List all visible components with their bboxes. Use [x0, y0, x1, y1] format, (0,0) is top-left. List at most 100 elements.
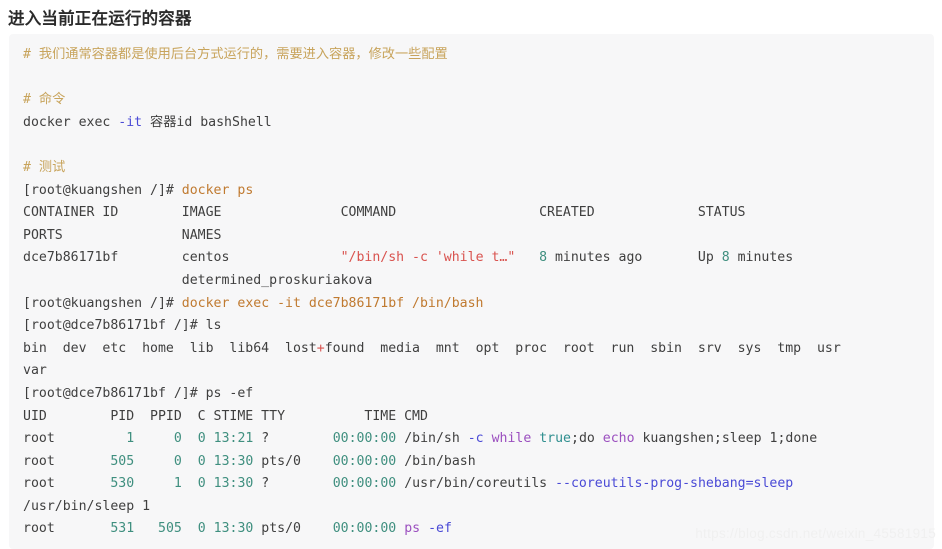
code-token: 容器id bashShell	[142, 114, 272, 130]
code-token: CONTAINER ID IMAGE COMMAND CREATED STATU…	[23, 205, 746, 221]
code-content: # 我们通常容器都是使用后台方式运行的，需要进入容器，修改一些配置 # 命令 doc…	[23, 44, 934, 541]
code-token: 13:30	[213, 476, 254, 492]
code-token: ;done	[777, 431, 818, 447]
code-token: 00:00:00	[332, 453, 397, 469]
code-line: bin dev etc home lib lib64 lost+found me…	[23, 338, 934, 361]
code-token: 1	[173, 476, 182, 492]
code-token: while	[491, 431, 532, 447]
code-token: true	[539, 431, 571, 447]
code-token: var	[23, 363, 47, 379]
code-token: pts/0	[253, 453, 333, 469]
code-token: 8	[721, 250, 730, 266]
code-line: root 1 0 0 13:21 ? 00:00:00 /bin/sh -c w…	[23, 428, 934, 451]
code-token: ?	[253, 476, 333, 492]
code-token: bin dev etc home lib lib64 lost	[23, 340, 317, 356]
code-token: 1	[142, 498, 151, 514]
code-token: 00:00:00	[332, 476, 397, 492]
code-line: root 530 1 0 13:30 ? 00:00:00 /usr/bin/c…	[23, 473, 934, 496]
code-token: -c	[467, 431, 484, 447]
code-token: 530	[110, 476, 135, 492]
code-token: --coreutils-prog-shebang=sleep	[555, 476, 794, 492]
code-line: UID PID PPID C STIME TTY TIME CMD	[23, 406, 934, 429]
code-token: 13:30	[213, 453, 254, 469]
code-token: # 我们通常容器都是使用后台方式运行的，需要进入容器，修改一些配置	[23, 47, 448, 62]
code-line: dce7b86171bf centos "/bin/sh -c 'while t…	[23, 247, 934, 270]
code-line: docker exec -it 容器id bashShell	[23, 112, 934, 135]
code-token: 0	[197, 521, 206, 537]
code-block[interactable]: # 我们通常容器都是使用后台方式运行的，需要进入容器，修改一些配置 # 命令 doc…	[9, 34, 934, 549]
code-token: 0	[197, 453, 206, 469]
code-token: [root@kuangshen /]#	[23, 182, 182, 198]
code-token: echo	[602, 431, 635, 447]
code-token: [root@kuangshen /]#	[23, 295, 182, 311]
code-token: root	[23, 431, 127, 447]
code-token: 0	[173, 431, 182, 447]
code-line: [root@dce7b86171bf /]# ls	[23, 315, 934, 338]
code-token: docker ps	[181, 182, 254, 198]
code-token: /bin/sh	[396, 431, 468, 447]
code-token: ;do	[571, 431, 603, 447]
code-token: "/bin/sh -c 'while t…"	[340, 250, 516, 266]
code-token: -ef	[428, 521, 452, 537]
code-token: # 测试	[23, 159, 66, 175]
code-line: root 505 0 0 13:30 pts/0 00:00:00 /bin/b…	[23, 451, 934, 474]
code-token: docker exec	[23, 114, 119, 130]
page-title: 进入当前正在运行的容器	[8, 10, 192, 28]
code-token: 1	[126, 431, 135, 447]
code-token: pts/0	[253, 521, 333, 537]
code-token: 0	[197, 431, 206, 447]
code-token: root	[23, 521, 111, 537]
code-token: 8	[539, 250, 548, 266]
code-token: 0	[197, 476, 206, 492]
code-token: kuangshen;sleep	[634, 431, 770, 447]
code-token: 505	[110, 453, 135, 469]
code-token: 0	[173, 453, 182, 469]
code-token: # 命令	[23, 92, 66, 108]
code-token: PORTS NAMES	[23, 227, 222, 243]
code-line: PORTS NAMES	[23, 225, 934, 248]
code-token: ?	[253, 431, 333, 447]
code-line: root 531 505 0 13:30 pts/0 00:00:00 ps -…	[23, 518, 934, 541]
code-token: 00:00:00	[332, 521, 397, 537]
code-token: minutes ago Up	[547, 250, 722, 266]
code-token: UID PID PPID C STIME TTY TIME CMD	[23, 408, 428, 424]
code-line: # 测试	[23, 157, 934, 180]
code-token: 13:30	[213, 521, 254, 537]
code-line: determined_proskuriakova	[23, 270, 934, 293]
code-token: 505	[158, 521, 182, 537]
code-token: 531	[110, 521, 135, 537]
code-token: determined_proskuriakova	[23, 272, 373, 288]
code-line: var	[23, 360, 934, 383]
page-root: 进入当前正在运行的容器 # 我们通常容器都是使用后台方式运行的，需要进入容器，修…	[0, 0, 942, 549]
code-line: [root@kuangshen /]# docker exec -it dce7…	[23, 293, 934, 316]
code-token: dce7b86171bf centos	[23, 250, 341, 266]
code-line: [root@dce7b86171bf /]# ps -ef	[23, 383, 934, 406]
code-token: minutes	[729, 250, 794, 266]
code-token: docker exec -it dce7b86171bf /bin/bash	[181, 295, 484, 311]
code-token: ps	[404, 521, 421, 537]
code-line: CONTAINER ID IMAGE COMMAND CREATED STATU…	[23, 202, 934, 225]
code-token: root	[23, 476, 111, 492]
code-token: [root@dce7b86171bf /]# ps -ef	[23, 385, 254, 401]
code-token: [root@dce7b86171bf /]# ls	[23, 318, 222, 334]
code-line: # 我们通常容器都是使用后台方式运行的，需要进入容器，修改一些配置	[23, 44, 934, 67]
code-line: # 命令	[23, 89, 934, 112]
code-token: /bin/bash	[396, 453, 476, 469]
code-token: 00:00:00	[332, 431, 397, 447]
